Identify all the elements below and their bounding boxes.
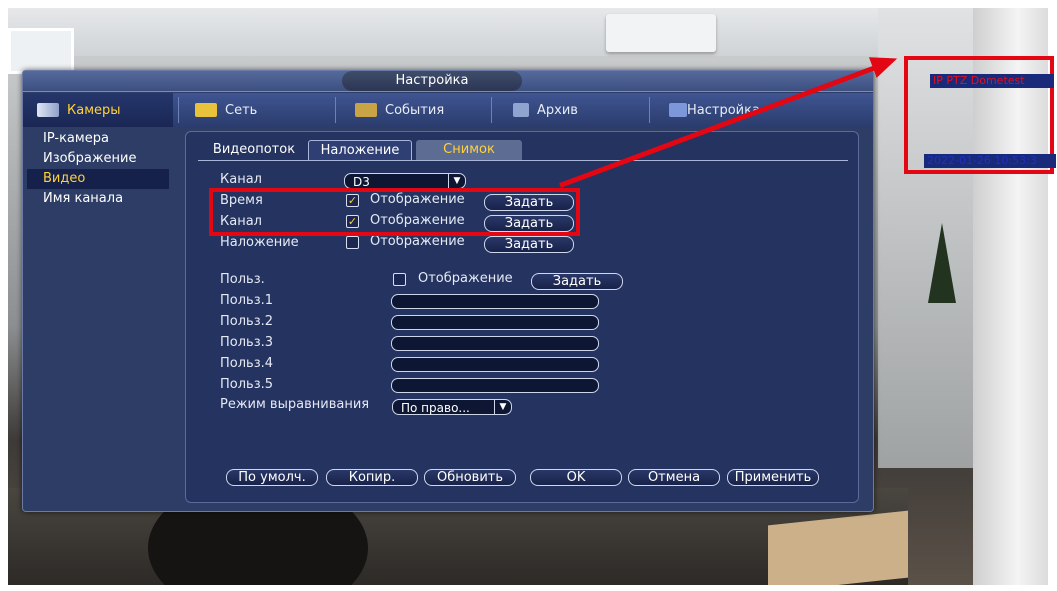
- user-display-checkbox[interactable]: [393, 273, 406, 286]
- ok-button[interactable]: OK: [530, 469, 622, 486]
- dialog-title: Настройка: [342, 71, 522, 91]
- privacy-mask-label: Наложение: [220, 235, 299, 250]
- tab-snapshot[interactable]: Снимок: [416, 140, 522, 160]
- settings-icon: [669, 103, 687, 117]
- tab-overlay[interactable]: Наложение: [308, 140, 412, 161]
- network-icon: [195, 103, 217, 117]
- privacy-display-label: Отображение: [370, 234, 465, 249]
- nav-settings[interactable]: Настройка: [669, 93, 760, 127]
- alignment-select[interactable]: По право... ▼: [392, 399, 512, 415]
- air-conditioner: [606, 14, 716, 52]
- cancel-button[interactable]: Отмена: [628, 469, 720, 486]
- nav-cameras-label: Камеры: [67, 102, 121, 118]
- overlay-settings-panel: Видеопоток Наложение Снимок Канал D3 ▼ В…: [185, 131, 859, 503]
- user3-label: Польз.3: [220, 335, 274, 350]
- tab-divider: [198, 160, 848, 161]
- user3-input[interactable]: [391, 336, 599, 351]
- alignment-select-value: По право...: [401, 401, 470, 415]
- user-label: Польз.: [220, 272, 265, 287]
- preview-timestamp: 2022-01-26 10:53:3: [924, 154, 1056, 168]
- copy-button[interactable]: Копир.: [326, 469, 418, 486]
- sidebar-item-channel-name[interactable]: Имя канала: [27, 189, 169, 209]
- sidebar-item-video[interactable]: Видео: [27, 169, 169, 189]
- channel-select-value: D3: [353, 175, 370, 189]
- top-navigation: Камеры Сеть События Архив Настройка: [23, 93, 873, 127]
- tab-video-stream[interactable]: Видеопоток: [204, 140, 304, 160]
- user1-label: Польз.1: [220, 293, 274, 308]
- user4-label: Польз.4: [220, 356, 274, 371]
- nav-divider: [649, 97, 650, 123]
- preview-channel-title: IP PTZ Dometest: [930, 74, 1054, 88]
- privacy-display-checkbox[interactable]: [346, 236, 359, 249]
- nav-divider: [335, 97, 336, 123]
- christmas-tree: [928, 223, 956, 303]
- nav-divider: [178, 97, 179, 123]
- camera-icon: [37, 103, 59, 117]
- chevron-down-icon: ▼: [494, 400, 511, 414]
- user1-input[interactable]: [391, 294, 599, 309]
- highlight-box: [209, 188, 580, 236]
- archive-icon: [513, 103, 529, 117]
- nav-cameras[interactable]: Камеры: [23, 93, 173, 127]
- nav-events-label: События: [385, 102, 445, 118]
- privacy-set-button[interactable]: Задать: [484, 236, 574, 253]
- alignment-label: Режим выравнивания: [220, 397, 370, 412]
- user-set-button[interactable]: Задать: [531, 273, 623, 290]
- user2-input[interactable]: [391, 315, 599, 330]
- refresh-button[interactable]: Обновить: [424, 469, 516, 486]
- nav-network-label: Сеть: [225, 102, 258, 118]
- nav-events[interactable]: События: [355, 93, 444, 127]
- default-button[interactable]: По умолч.: [226, 469, 318, 486]
- channel-label: Канал: [220, 172, 262, 187]
- nav-archive[interactable]: Архив: [513, 93, 578, 127]
- nav-divider: [491, 97, 492, 123]
- sidebar: IP-камера Изображение Видео Имя канала: [23, 129, 175, 509]
- sidebar-item-ip-camera[interactable]: IP-камера: [27, 129, 169, 149]
- user2-label: Польз.2: [220, 314, 274, 329]
- nav-network[interactable]: Сеть: [195, 93, 257, 127]
- nav-archive-label: Архив: [537, 102, 578, 118]
- user5-input[interactable]: [391, 378, 599, 393]
- user-display-label: Отображение: [418, 271, 513, 286]
- sidebar-item-image[interactable]: Изображение: [27, 149, 169, 169]
- dialog-titlebar: Настройка: [23, 71, 873, 92]
- user4-input[interactable]: [391, 357, 599, 372]
- user5-label: Польз.5: [220, 377, 274, 392]
- window: [8, 28, 74, 74]
- settings-dialog: Настройка Камеры Сеть События Архив Наст…: [22, 70, 874, 512]
- chevron-down-icon: ▼: [448, 174, 465, 188]
- channel-select[interactable]: D3 ▼: [344, 173, 466, 189]
- events-icon: [355, 103, 377, 117]
- apply-button[interactable]: Применить: [727, 469, 819, 486]
